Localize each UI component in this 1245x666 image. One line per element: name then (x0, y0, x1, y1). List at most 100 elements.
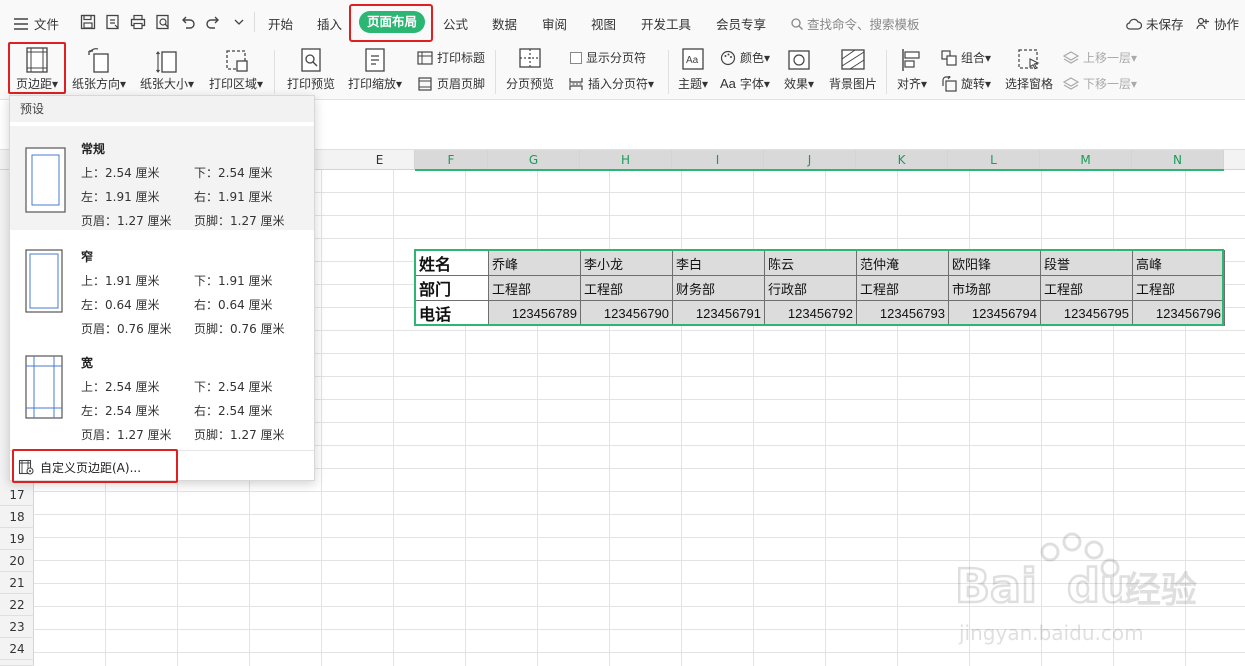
column-header-n[interactable]: N (1132, 150, 1224, 170)
row-header[interactable]: 21 (0, 572, 34, 594)
tab-home[interactable]: 开始 (268, 14, 293, 33)
fonts-button[interactable]: Aa 字体▾ (720, 75, 770, 92)
tab-review[interactable]: 审阅 (542, 14, 567, 33)
table-cell[interactable]: 高峰 (1132, 250, 1225, 276)
preset-value: 页眉：1.27 厘米 (81, 428, 172, 442)
table-cell[interactable]: 欧阳锋 (948, 250, 1041, 276)
preset-normal[interactable]: 常规 上：2.54 厘米 下：2.54 厘米 左：1.91 厘米 右：1.91 … (10, 126, 314, 230)
table-cell[interactable]: 工程部 (580, 275, 673, 301)
undo-icon[interactable] (180, 14, 196, 30)
group-button[interactable]: 组合▾ (941, 49, 991, 66)
table-cell[interactable]: 工程部 (488, 275, 581, 301)
column-header-f[interactable]: F (415, 150, 488, 170)
margin-narrow-thumbnail-icon (25, 249, 63, 313)
row-header[interactable]: 19 (0, 528, 34, 550)
header-footer-label: 页眉页脚 (437, 77, 486, 91)
column-header-h[interactable]: H (580, 150, 672, 170)
column-header-e[interactable]: E (345, 150, 415, 170)
preset-value: 页眉：1.27 厘米 (81, 214, 172, 228)
insert-page-break-button[interactable]: 插入分页符▾ (568, 75, 654, 92)
redo-icon[interactable] (205, 14, 221, 30)
tab-member[interactable]: 会员专享 (716, 14, 766, 33)
data-table[interactable]: 姓名 乔峰 李小龙 李白 陈云 范仲淹 欧阳锋 段誉 高峰 部门 工程部 工程部… (415, 250, 1225, 326)
bring-forward-button[interactable]: 上移一层▾ (1063, 49, 1137, 66)
svg-text:Aa: Aa (686, 55, 699, 66)
row-label-phone[interactable]: 电话 (415, 300, 489, 326)
rotate-icon (942, 75, 957, 92)
row-header[interactable]: 23 (0, 616, 34, 638)
table-cell[interactable]: 123456789 (488, 300, 581, 326)
row-header[interactable]: 20 (0, 550, 34, 572)
print-titles-button[interactable]: 打印标题 (417, 49, 485, 66)
print-preview-button[interactable]: 打印预览 (284, 44, 338, 100)
row-label-name[interactable]: 姓名 (415, 250, 489, 276)
preset-value: 左：1.91 厘米 (81, 190, 160, 204)
column-header-g[interactable]: G (488, 150, 580, 170)
print-icon[interactable] (130, 14, 146, 30)
row-header[interactable]: 22 (0, 594, 34, 616)
customize-qa-chevron-icon[interactable] (231, 14, 247, 30)
table-cell[interactable]: 行政部 (764, 275, 857, 301)
row-header[interactable]: 25 (0, 660, 34, 666)
tab-insert[interactable]: 插入 (317, 14, 342, 33)
row-header[interactable]: 24 (0, 638, 34, 660)
column-header-i[interactable]: I (672, 150, 764, 170)
row-header[interactable]: 17 (0, 484, 34, 506)
table-cell[interactable]: 工程部 (856, 275, 949, 301)
export-pdf-icon[interactable] (105, 14, 121, 30)
table-cell[interactable]: 陈云 (764, 250, 857, 276)
column-header-j[interactable]: J (764, 150, 856, 170)
preset-wide[interactable]: 宽 上：2.54 厘米 下：2.54 厘米 左：2.54 厘米 右：2.54 厘… (10, 342, 314, 446)
table-cell[interactable]: 范仲淹 (856, 250, 949, 276)
table-cell[interactable]: 工程部 (1040, 275, 1133, 301)
table-cell[interactable]: 工程部 (1132, 275, 1225, 301)
save-icon[interactable] (80, 14, 96, 30)
page-break-preview-button[interactable]: 分页预览 (503, 44, 557, 100)
table-cell[interactable]: 乔峰 (488, 250, 581, 276)
tab-developer[interactable]: 开发工具 (641, 14, 691, 33)
table-cell[interactable]: 123456795 (1040, 300, 1133, 326)
print-preview-icon[interactable] (155, 14, 171, 30)
table-cell[interactable]: 123456794 (948, 300, 1041, 326)
show-page-breaks-checkbox[interactable]: 显示分页符 (570, 49, 646, 66)
effects-button[interactable]: 效果▾ (780, 44, 818, 100)
tab-view[interactable]: 视图 (591, 14, 616, 33)
row-header[interactable]: 18 (0, 506, 34, 528)
tab-data[interactable]: 数据 (492, 14, 517, 33)
unsaved-status[interactable]: 未保存 (1126, 14, 1184, 33)
table-cell[interactable]: 123456790 (580, 300, 673, 326)
colors-button[interactable]: 颜色▾ (720, 49, 770, 66)
theme-button[interactable]: Aa 主题▾ (674, 44, 712, 100)
table-cell[interactable]: 123456793 (856, 300, 949, 326)
table-cell[interactable]: 123456796 (1132, 300, 1225, 326)
table-cell[interactable]: 123456792 (764, 300, 857, 326)
collaborate-button[interactable]: 协作 (1196, 14, 1239, 33)
tab-formulas[interactable]: 公式 (443, 14, 468, 33)
column-header-l[interactable]: L (948, 150, 1040, 170)
table-cell[interactable]: 李白 (672, 250, 765, 276)
header-footer-button[interactable]: 页眉页脚 (417, 75, 485, 92)
file-menu[interactable]: 文件 (14, 14, 59, 33)
table-cell[interactable]: 段誉 (1040, 250, 1133, 276)
rotate-button[interactable]: 旋转▾ (941, 75, 991, 92)
column-header-m[interactable]: M (1040, 150, 1132, 170)
background-image-button[interactable]: 背景图片 (826, 44, 880, 100)
row-label-department[interactable]: 部门 (415, 275, 489, 301)
print-area-button[interactable]: 打印区域▾ (205, 44, 267, 100)
print-scale-button[interactable]: 打印缩放▾ (344, 44, 406, 100)
selection-pane-button[interactable]: 选择窗格 (1002, 44, 1056, 100)
table-cell[interactable]: 财务部 (672, 275, 765, 301)
table-cell[interactable]: 123456791 (672, 300, 765, 326)
table-cell[interactable]: 市场部 (948, 275, 1041, 301)
orientation-button[interactable]: 纸张方向▾ (68, 44, 130, 100)
preset-narrow[interactable]: 窄 上：1.91 厘米 下：1.91 厘米 左：0.64 厘米 右：0.64 厘… (10, 236, 314, 340)
column-header-k[interactable]: K (856, 150, 948, 170)
send-backward-button[interactable]: 下移一层▾ (1063, 75, 1137, 92)
align-button[interactable]: 对齐▾ (893, 44, 931, 100)
table-cell[interactable]: 李小龙 (580, 250, 673, 276)
command-search[interactable]: 查找命令、搜索模板 (791, 14, 920, 33)
page-margin-dropdown: 预设 常规 上：2.54 厘米 下：2.54 厘米 左：1.91 厘米 右：1.… (9, 95, 315, 481)
preset-value: 页眉：0.76 厘米 (81, 322, 172, 336)
paper-size-button[interactable]: 纸张大小▾ (136, 44, 198, 100)
table-row: 部门 工程部 工程部 财务部 行政部 工程部 市场部 工程部 工程部 (415, 275, 1225, 301)
